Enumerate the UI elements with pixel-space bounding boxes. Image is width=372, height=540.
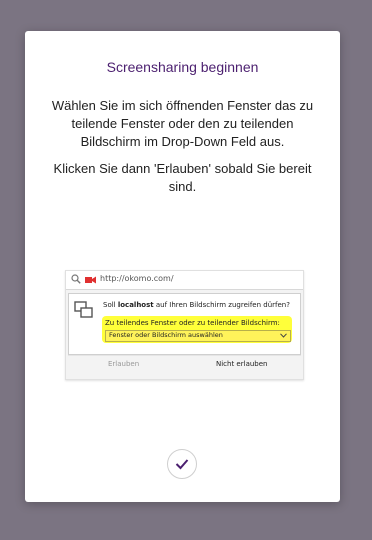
permission-panel: Soll localhost auf Ihren Bildschirm zugr… bbox=[68, 293, 301, 355]
permission-question: Soll localhost auf Ihren Bildschirm zugr… bbox=[103, 301, 290, 309]
camera-icon bbox=[85, 276, 96, 284]
screensharing-dialog: Screensharing beginnen Wählen Sie im sic… bbox=[25, 31, 340, 502]
search-icon bbox=[71, 274, 81, 284]
window-select: Fenster oder Bildschirm auswählen bbox=[105, 330, 291, 342]
confirm-button[interactable] bbox=[167, 449, 197, 479]
browser-prompt-illustration: http://okomo.com/ Soll localhost auf Ihr… bbox=[65, 270, 304, 380]
chevron-down-icon bbox=[280, 333, 287, 338]
allow-button-illustration: Erlauben bbox=[108, 360, 140, 368]
instruction-text: Wählen Sie im sich öffnenden Fenster das… bbox=[51, 98, 314, 149]
address-url: http://okomo.com/ bbox=[100, 274, 174, 283]
select-label: Zu teilendes Fenster oder zu teilender B… bbox=[105, 319, 280, 327]
window-select-value: Fenster oder Bildschirm auswählen bbox=[109, 331, 223, 339]
instruction-text-allow: Klicken Sie dann 'Erlauben' sobald Sie b… bbox=[53, 161, 312, 194]
divider bbox=[68, 355, 301, 356]
checkmark-icon bbox=[175, 459, 189, 470]
dialog-title: Screensharing beginnen bbox=[106, 59, 259, 75]
address-bar: http://okomo.com/ bbox=[66, 271, 303, 290]
screen-share-icon bbox=[74, 301, 93, 318]
deny-button-illustration: Nicht erlauben bbox=[216, 360, 268, 368]
